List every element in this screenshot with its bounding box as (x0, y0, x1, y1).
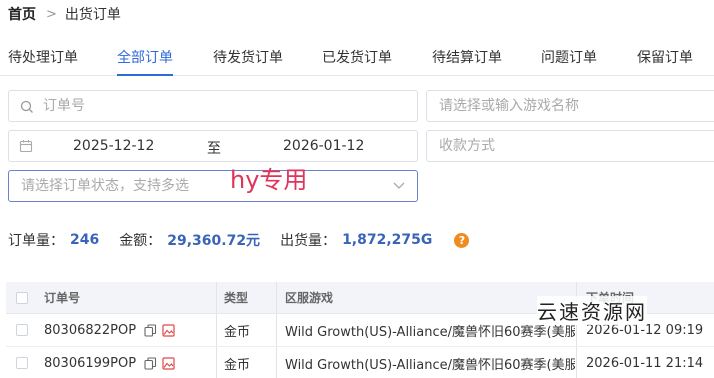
date-range-picker[interactable]: 2025-12-12 至 2026-01-12 (8, 130, 418, 162)
order-no-input[interactable] (43, 91, 403, 121)
image-icon[interactable] (162, 357, 175, 370)
tab-to-ship[interactable]: 待发货订单 (213, 47, 283, 76)
site-watermark: 云速资源网 (537, 296, 647, 325)
tab-shipped[interactable]: 已发货订单 (322, 47, 392, 76)
select-all-cell (16, 282, 36, 313)
tab-problem[interactable]: 问题订单 (541, 47, 597, 76)
header-order-no: 订单号 (44, 291, 81, 305)
server-game-cell: Wild Growth(US)-Alliance/魔兽怀旧60赛季(美服) (285, 324, 575, 340)
row-checkbox[interactable] (16, 357, 28, 369)
calendar-icon (19, 140, 33, 153)
type-cell: 金币 (224, 357, 251, 373)
header-type: 类型 (224, 291, 249, 305)
order-no-cell: 80306199POP (44, 355, 137, 371)
server-game-cell: Wild Growth(US)-Alliance/魔兽怀旧60赛季(美服) (285, 357, 575, 373)
order-time-cell: 2026-01-11 21:14 (586, 355, 704, 371)
order-no-cell: 80306822POP (44, 322, 137, 338)
tab-to-settle[interactable]: 待结算订单 (432, 47, 502, 76)
copy-icon[interactable] (144, 357, 157, 370)
search-icon (20, 100, 33, 113)
breadcrumb-current: 出货订单 (64, 7, 121, 23)
game-input[interactable] (439, 91, 709, 121)
chevron-right-icon: > (46, 6, 57, 22)
table-row[interactable]: 80306199POP 金币 Wild Growth(US)-Alliance/… (6, 347, 714, 378)
order-tabs: 待处理订单 全部订单 待发货订单 已发货订单 待结算订单 问题订单 保留订单 (0, 44, 714, 76)
header-server-game: 区服游戏 (285, 291, 334, 305)
order-status-select[interactable] (8, 170, 418, 202)
breadcrumb: 首页 > 出货订单 (8, 4, 121, 24)
order-count-value: 246 (70, 232, 100, 248)
tab-reserved[interactable]: 保留订单 (637, 47, 693, 76)
payment-method-select[interactable] (426, 130, 714, 162)
tab-pending[interactable]: 待处理订单 (8, 47, 78, 76)
order-stats: 订单量： 246 金额： 29,360.72元 出货量： 1,872,275G … (8, 230, 470, 250)
game-select[interactable] (426, 90, 714, 122)
date-end[interactable]: 2026-01-12 (283, 138, 364, 154)
order-no-field (8, 90, 418, 122)
overlay-label: hy专用 (230, 166, 308, 194)
date-separator: 至 (207, 141, 221, 157)
breadcrumb-home[interactable]: 首页 (8, 4, 36, 24)
copy-icon[interactable] (144, 324, 157, 337)
tab-all-orders[interactable]: 全部订单 (117, 47, 173, 76)
help-icon[interactable]: ? (454, 232, 470, 248)
ship-qty-value: 1,872,275G (342, 232, 433, 248)
date-start[interactable]: 2025-12-12 (73, 138, 154, 154)
type-cell: 金币 (224, 324, 251, 340)
order-status-input[interactable] (21, 171, 381, 201)
select-all-checkbox[interactable] (16, 291, 28, 304)
amount-label: 金额： (119, 233, 162, 249)
ship-qty-label: 出货量： (280, 233, 337, 249)
amount-value: 29,360.72元 (167, 233, 261, 249)
row-checkbox[interactable] (16, 324, 28, 336)
chevron-down-icon (393, 182, 405, 189)
payment-method-input[interactable] (439, 131, 709, 161)
order-count-label: 订单量： (8, 233, 64, 249)
image-icon[interactable] (162, 324, 175, 337)
